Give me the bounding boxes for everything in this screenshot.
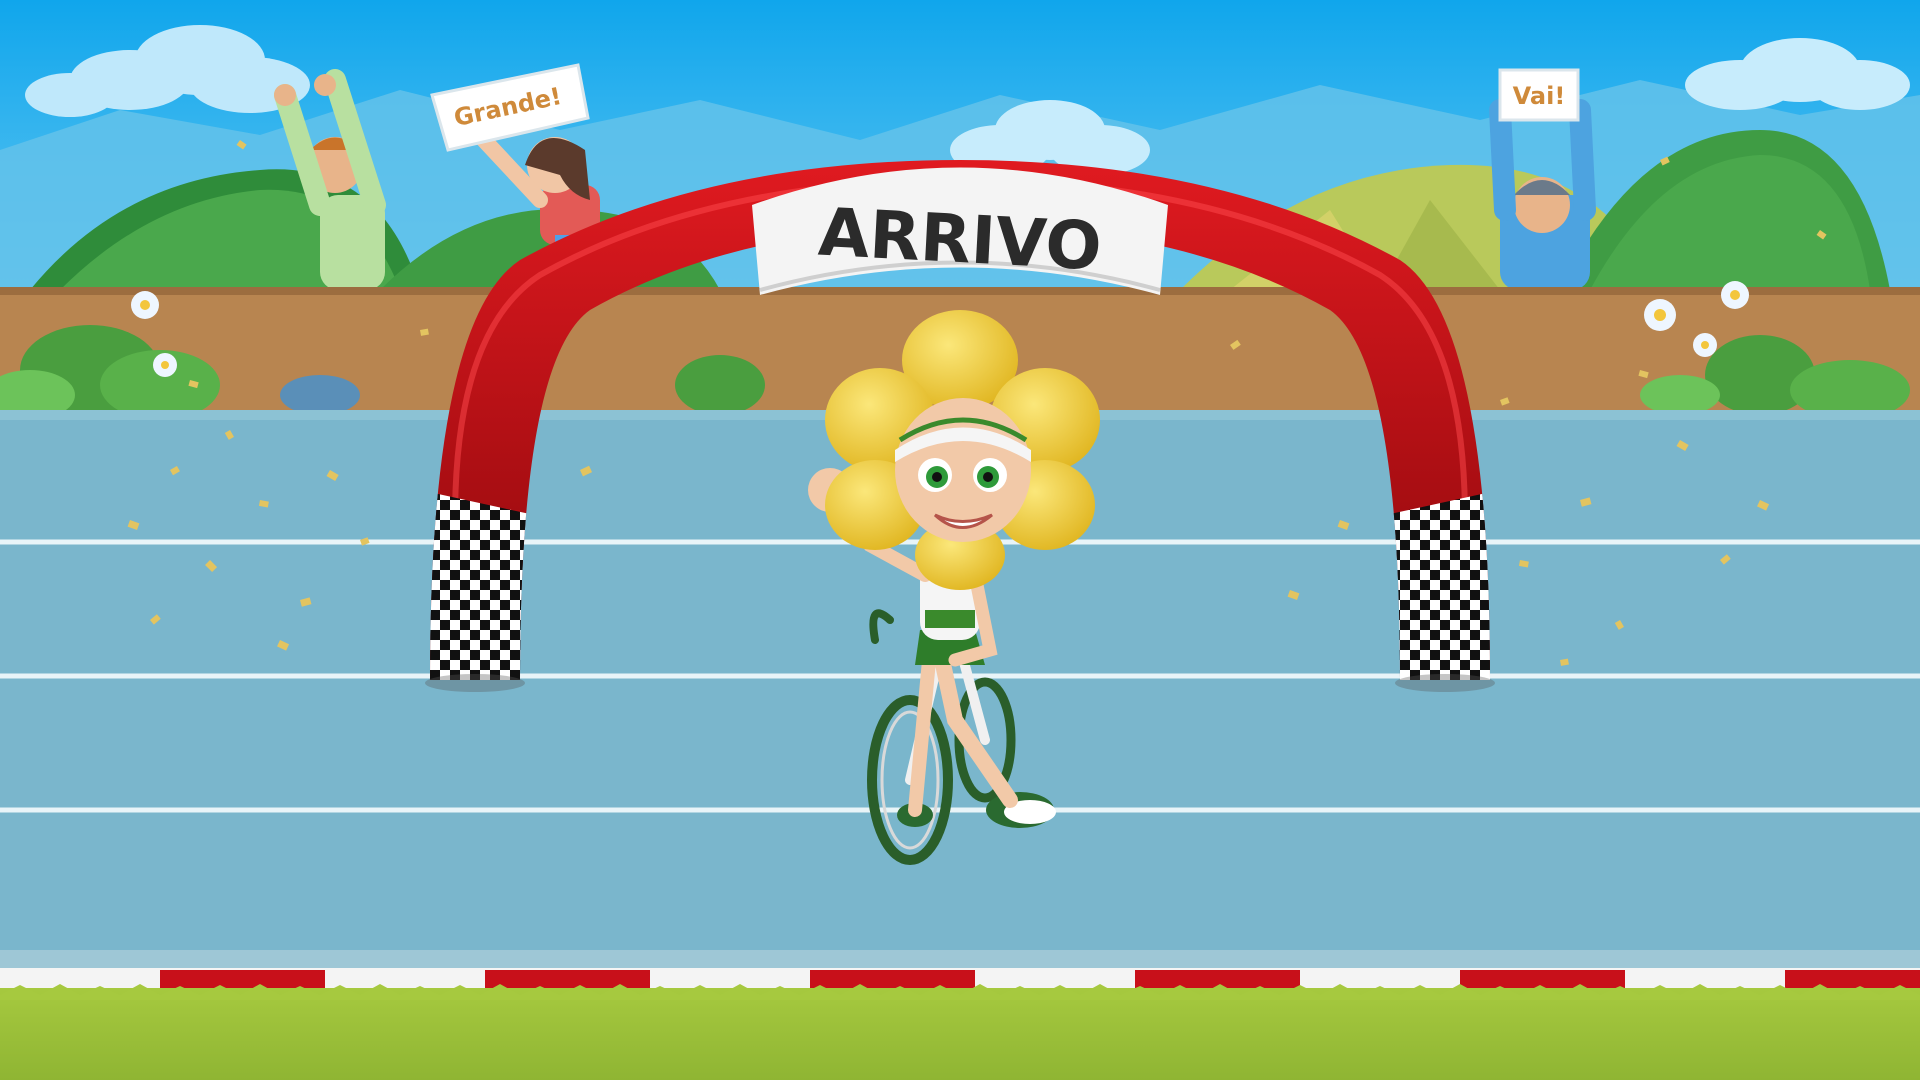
sign-vai: Vai!	[1498, 68, 1580, 122]
finish-banner-label: ARRIVO	[817, 194, 1104, 286]
finish-banner: ARRIVO	[752, 167, 1168, 295]
scene-canvas: Grande! Vai! ARRIVO	[0, 0, 1920, 1080]
grass	[0, 988, 1920, 1080]
track-curb	[0, 968, 1920, 990]
game-scene: Grande! Vai! ARRIVO	[0, 0, 1920, 1080]
sign-vai-label: Vai!	[1513, 82, 1566, 110]
